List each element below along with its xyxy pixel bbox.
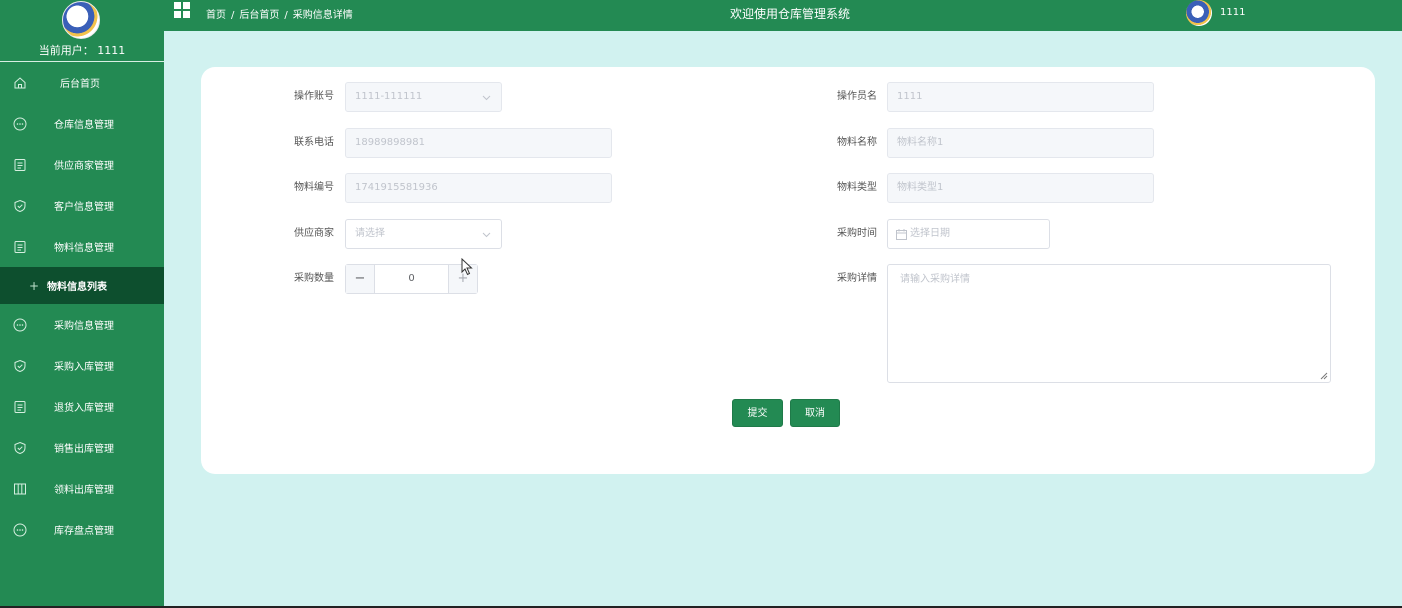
supplier-placeholder: 请选择 bbox=[355, 228, 385, 239]
operator-field[interactable]: 1111 bbox=[887, 82, 1154, 112]
shield-icon bbox=[14, 441, 26, 455]
sidebar-item-requisition-out[interactable]: 领料出库管理 bbox=[0, 468, 164, 509]
calendar-icon bbox=[896, 229, 907, 240]
account-value: 1111-111111 bbox=[355, 91, 423, 102]
breadcrumb-separator: / bbox=[231, 10, 235, 21]
mouse-cursor-icon bbox=[461, 258, 473, 276]
avatar bbox=[62, 1, 100, 39]
chevron-down-icon bbox=[482, 232, 491, 238]
sidebar-item-inventory[interactable]: 库存盘点管理 bbox=[0, 509, 164, 550]
sidebar-item-label: 采购信息管理 bbox=[54, 321, 114, 332]
shield-icon bbox=[14, 359, 26, 373]
operator-value: 1111 bbox=[897, 91, 923, 102]
current-user: 当前用户： 1111 bbox=[38, 44, 126, 57]
material-name-label: 物料名称 bbox=[837, 137, 877, 148]
sidebar-item-label: 物料信息管理 bbox=[54, 243, 114, 254]
purchase-time-label: 采购时间 bbox=[837, 228, 877, 239]
material-code-field[interactable]: 1741915581936 bbox=[345, 173, 612, 203]
sidebar-menu: 后台首页 仓库信息管理 供应商家管理 客户信息管理 物料信息管理 + 物料信息列… bbox=[0, 62, 164, 550]
sidebar: 当前用户： 1111 后台首页 仓库信息管理 供应商家管理 客户信息管理 物料信… bbox=[0, 0, 164, 608]
plus-icon: + bbox=[29, 278, 40, 293]
sidebar-item-sales-out[interactable]: 销售出库管理 bbox=[0, 427, 164, 468]
chat-icon bbox=[13, 523, 27, 537]
page-title: 欢迎使用仓库管理系统 bbox=[730, 7, 851, 21]
breadcrumb: 首页 / 后台首页 / 采购信息详情 bbox=[206, 6, 353, 21]
quantity-input[interactable]: 0 bbox=[375, 265, 448, 293]
sidebar-item-label: 物料信息列表 bbox=[47, 282, 107, 293]
phone-field[interactable]: 18989898981 bbox=[345, 128, 612, 158]
chevron-down-icon bbox=[482, 95, 491, 101]
account-select[interactable]: 1111-111111 bbox=[345, 82, 502, 112]
avatar[interactable] bbox=[1186, 0, 1212, 26]
breadcrumb-separator: / bbox=[284, 10, 288, 21]
sidebar-item-label: 库存盘点管理 bbox=[54, 526, 114, 537]
details-textarea[interactable]: 请输入采购详情 bbox=[887, 264, 1331, 383]
document-icon bbox=[14, 401, 26, 413]
material-name-field[interactable]: 物料名称1 bbox=[887, 128, 1154, 158]
chat-icon bbox=[13, 117, 27, 131]
sidebar-item-label: 领料出库管理 bbox=[54, 485, 114, 496]
sidebar-item-label: 采购入库管理 bbox=[54, 362, 114, 373]
breadcrumb-home[interactable]: 首页 bbox=[206, 10, 226, 21]
columns-icon bbox=[14, 483, 26, 495]
quantity-label: 采购数量 bbox=[294, 273, 334, 284]
sidebar-item-label: 客户信息管理 bbox=[54, 202, 114, 213]
details-placeholder: 请输入采购详情 bbox=[900, 274, 970, 285]
account-label: 操作账号 bbox=[294, 91, 334, 102]
purchase-time-placeholder: 选择日期 bbox=[910, 228, 950, 239]
quantity-stepper: − 0 + bbox=[345, 264, 478, 294]
material-type-label: 物料类型 bbox=[837, 182, 877, 193]
cancel-button[interactable]: 取消 bbox=[790, 399, 840, 427]
material-code-value: 1741915581936 bbox=[355, 182, 438, 193]
material-type-field[interactable]: 物料类型1 bbox=[887, 173, 1154, 203]
phone-value: 18989898981 bbox=[355, 137, 425, 148]
chat-icon bbox=[13, 318, 27, 332]
grid-menu-icon[interactable] bbox=[174, 2, 190, 18]
sidebar-item-home[interactable]: 后台首页 bbox=[0, 62, 164, 103]
supplier-label: 供应商家 bbox=[294, 228, 334, 239]
sidebar-item-customer[interactable]: 客户信息管理 bbox=[0, 185, 164, 226]
shield-icon bbox=[14, 199, 26, 213]
details-label: 采购详情 bbox=[837, 273, 877, 284]
top-header: 首页 / 后台首页 / 采购信息详情 欢迎使用仓库管理系统 1111 bbox=[164, 0, 1402, 31]
purchase-date-picker[interactable]: 选择日期 bbox=[887, 219, 1050, 249]
breadcrumb-dashboard[interactable]: 后台首页 bbox=[239, 10, 279, 21]
header-username[interactable]: 1111 bbox=[1220, 7, 1245, 18]
sidebar-item-label: 后台首页 bbox=[60, 79, 100, 90]
phone-label: 联系电话 bbox=[294, 137, 334, 148]
sidebar-item-material-list[interactable]: + 物料信息列表 bbox=[0, 267, 164, 304]
document-icon bbox=[14, 159, 26, 171]
sidebar-header: 当前用户： 1111 bbox=[0, 0, 164, 62]
material-code-label: 物料编号 bbox=[294, 182, 334, 193]
sidebar-item-material[interactable]: 物料信息管理 bbox=[0, 226, 164, 267]
document-icon bbox=[14, 241, 26, 253]
sidebar-item-supplier[interactable]: 供应商家管理 bbox=[0, 144, 164, 185]
sidebar-item-return-in[interactable]: 退货入库管理 bbox=[0, 386, 164, 427]
operator-label: 操作员名 bbox=[837, 91, 877, 102]
submit-button[interactable]: 提交 bbox=[732, 399, 783, 427]
sidebar-item-label: 仓库信息管理 bbox=[54, 120, 114, 131]
supplier-select[interactable]: 请选择 bbox=[345, 219, 502, 249]
home-icon bbox=[14, 77, 26, 89]
material-name-value: 物料名称1 bbox=[897, 137, 944, 148]
sidebar-item-label: 供应商家管理 bbox=[54, 161, 114, 172]
quantity-decrease-button[interactable]: − bbox=[346, 265, 375, 293]
resize-handle-icon[interactable] bbox=[1320, 372, 1328, 380]
purchase-detail-form: 操作账号 1111-111111 操作员名 1111 联系电话 18989898… bbox=[201, 67, 1375, 474]
sidebar-item-label: 销售出库管理 bbox=[54, 444, 114, 455]
material-type-value: 物料类型1 bbox=[897, 182, 944, 193]
sidebar-item-purchase[interactable]: 采购信息管理 bbox=[0, 304, 164, 345]
breadcrumb-current: 采购信息详情 bbox=[292, 10, 353, 21]
sidebar-item-purchase-in[interactable]: 采购入库管理 bbox=[0, 345, 164, 386]
sidebar-item-label: 退货入库管理 bbox=[54, 403, 114, 414]
sidebar-item-warehouse[interactable]: 仓库信息管理 bbox=[0, 103, 164, 144]
